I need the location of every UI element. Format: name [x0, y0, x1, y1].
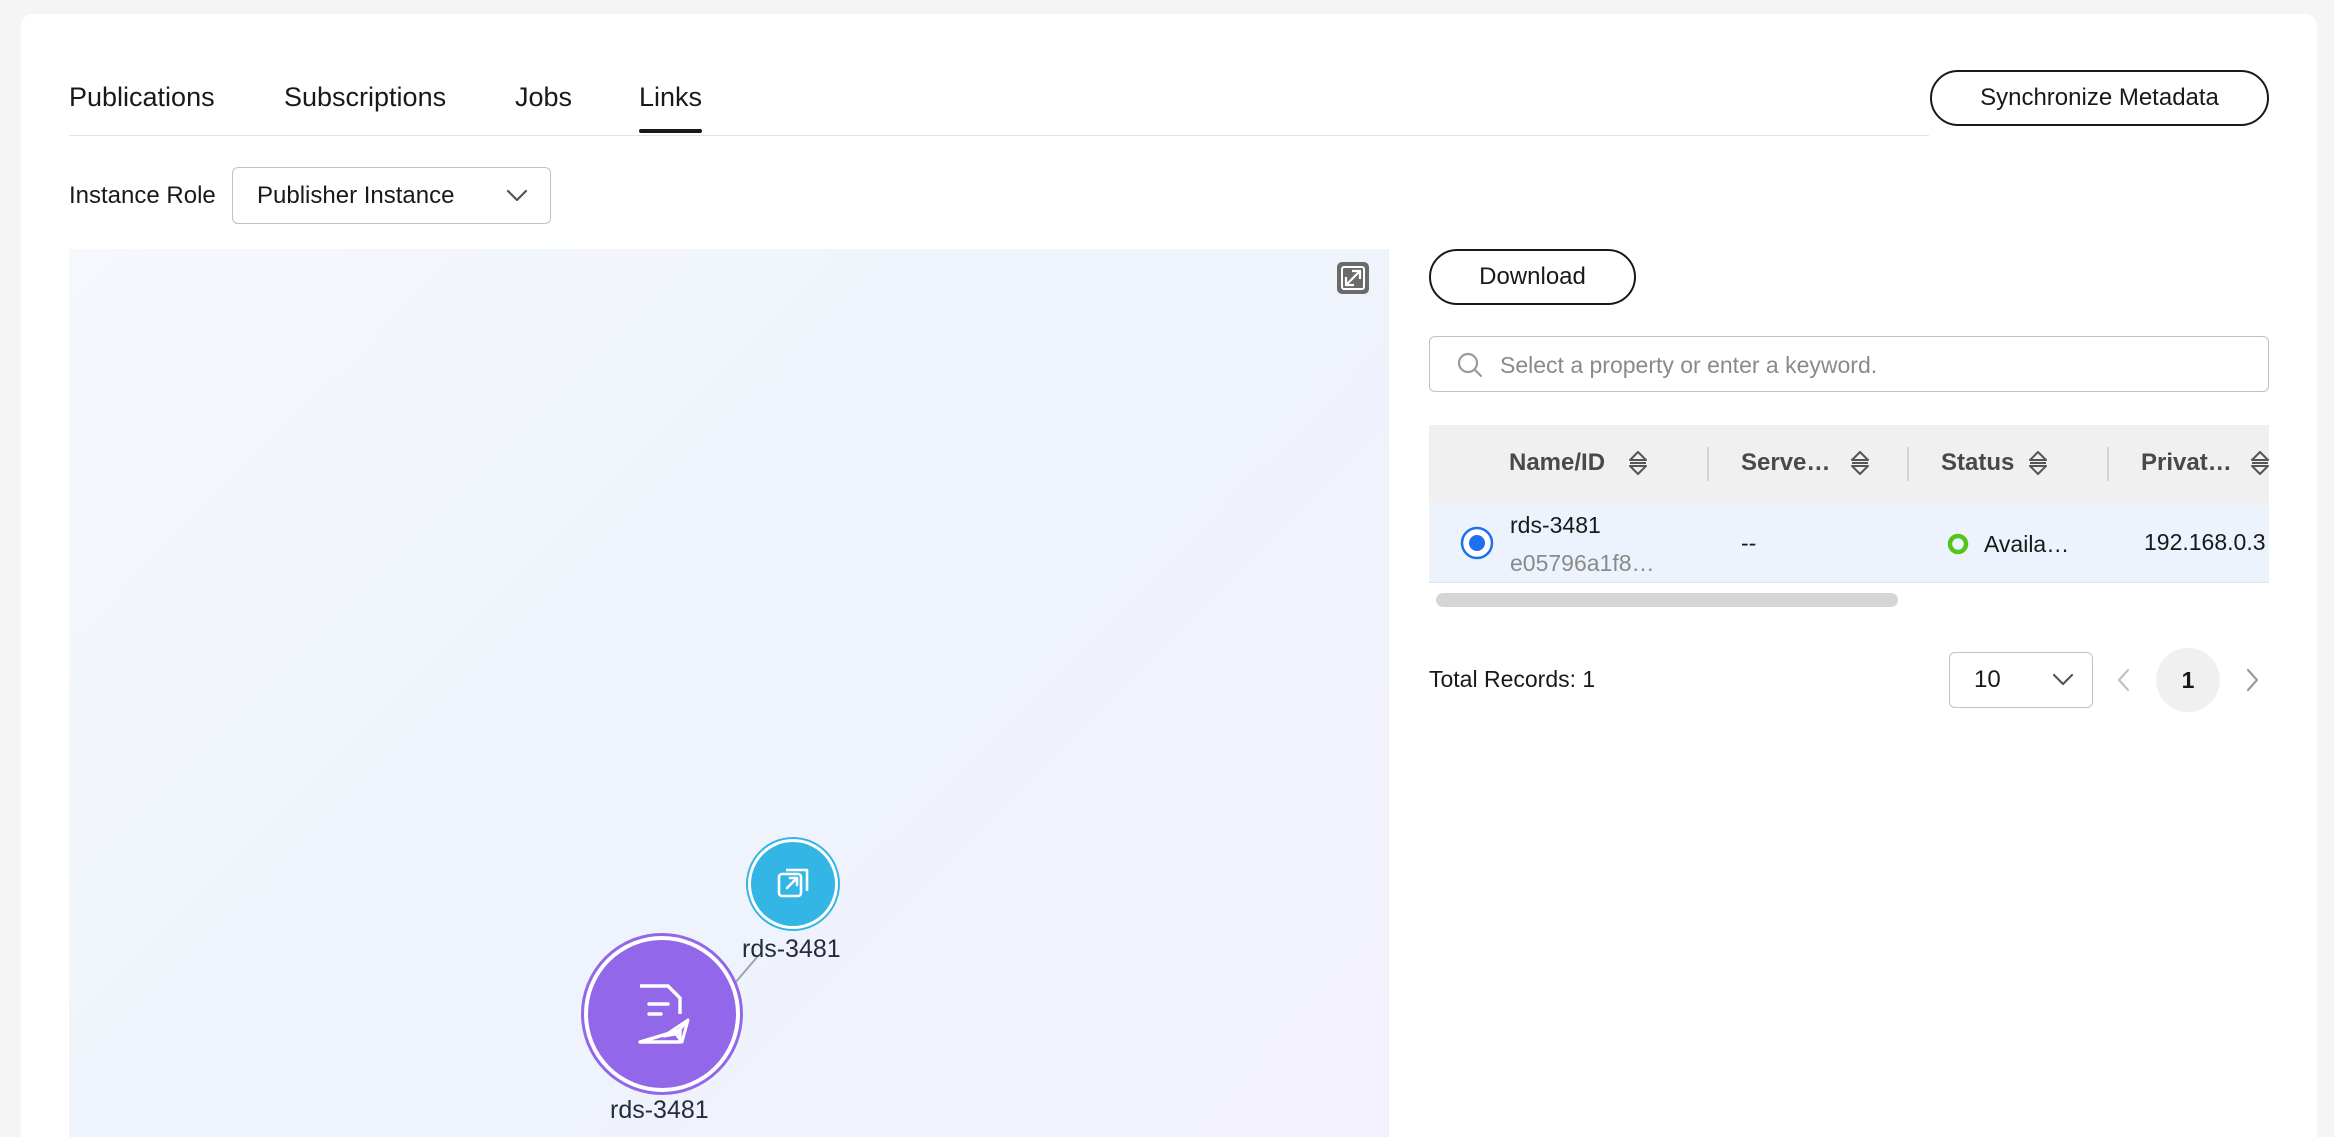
column-separator[interactable]	[1907, 447, 1909, 481]
external-link-icon	[751, 842, 835, 926]
download-button[interactable]: Download	[1429, 249, 1636, 305]
search-placeholder: Select a property or enter a keyword.	[1500, 352, 1878, 378]
synchronize-metadata-button[interactable]: Synchronize Metadata	[1930, 70, 2269, 126]
search-icon	[1456, 351, 1484, 384]
server-value: --	[1741, 530, 1757, 556]
tab-jobs[interactable]: Jobs	[515, 82, 572, 113]
column-header-status[interactable]: Status	[1941, 449, 2014, 477]
table-row[interactable]: rds-3481 e05796a1f8… -- Availa… 192.168.…	[1429, 503, 2269, 583]
instances-table: Name/ID Serve… Status Privat… rds-3481 e…	[1429, 425, 2269, 610]
instance-id: e05796a1f8…	[1510, 550, 1655, 576]
tab-publications[interactable]: Publications	[69, 82, 215, 113]
topology-graph[interactable]: rds-3481 rds-3481	[69, 249, 1389, 1137]
sort-icon[interactable]	[2027, 449, 2049, 482]
tab-subscriptions[interactable]: Subscriptions	[284, 82, 446, 113]
row-radio[interactable]	[1460, 526, 1494, 565]
chevron-down-icon	[2052, 666, 2074, 694]
graph-node-label: rds-3481	[610, 1096, 709, 1124]
table-header: Name/ID Serve… Status Privat…	[1429, 425, 2269, 503]
sort-icon[interactable]	[1627, 449, 1649, 482]
column-header-name[interactable]: Name/ID	[1509, 449, 1605, 477]
column-separator[interactable]	[2107, 447, 2109, 481]
graph-node-subscriber[interactable]	[746, 837, 840, 931]
document-send-icon	[588, 940, 736, 1088]
graph-node-publisher[interactable]	[581, 933, 743, 1095]
sort-icon[interactable]	[1849, 449, 1871, 482]
instance-role-select[interactable]: Publisher Instance	[232, 167, 551, 224]
column-separator[interactable]	[1707, 447, 1709, 481]
graph-node-label: rds-3481	[742, 935, 841, 963]
page-number-current[interactable]: 1	[2156, 648, 2220, 712]
tab-bar: Publications Subscriptions Jobs Links	[69, 0, 1929, 136]
column-header-private-ip[interactable]: Privat…	[2141, 449, 2232, 477]
total-records: Total Records: 1	[1429, 666, 1596, 692]
next-page-icon[interactable]	[2245, 667, 2261, 698]
column-header-server[interactable]: Serve…	[1741, 449, 1830, 477]
status-value: Availa…	[1984, 531, 2070, 557]
previous-page-icon[interactable]	[2115, 667, 2131, 698]
tab-links[interactable]: Links	[639, 82, 703, 133]
page-size-select[interactable]: 10	[1949, 652, 2093, 708]
page-size-value: 10	[1974, 666, 2001, 693]
instance-name[interactable]: rds-3481	[1510, 512, 1601, 539]
private-ip-value: 192.168.0.3	[2144, 529, 2266, 555]
status-dot-icon	[1947, 533, 1969, 560]
chevron-down-icon	[506, 182, 528, 210]
instance-role-value: Publisher Instance	[257, 181, 455, 209]
horizontal-scrollbar[interactable]	[1436, 593, 1898, 607]
sort-icon[interactable]	[2249, 449, 2269, 482]
instance-role-label: Instance Role	[69, 182, 216, 209]
search-input[interactable]: Select a property or enter a keyword.	[1429, 336, 2269, 392]
